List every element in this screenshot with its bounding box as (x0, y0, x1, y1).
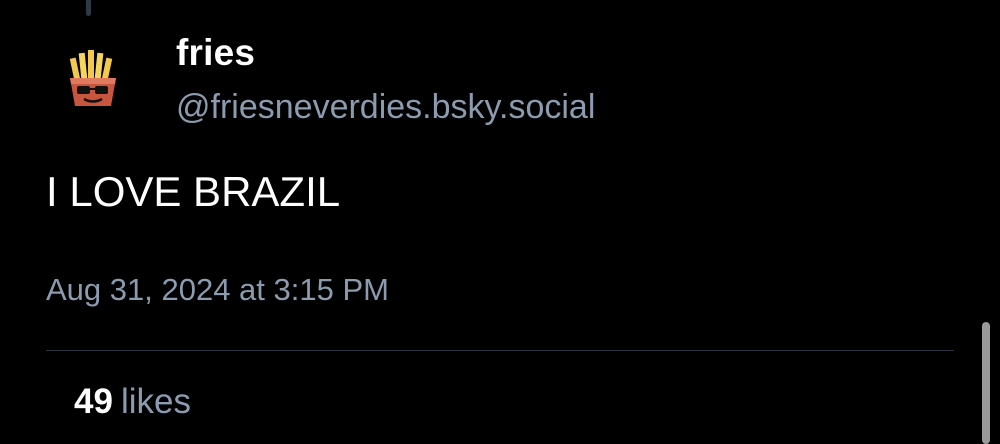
likes-link[interactable]: 49 likes (74, 382, 191, 422)
avatar[interactable] (58, 44, 128, 114)
author-handle[interactable]: @friesneverdies.bsky.social (176, 88, 595, 127)
likes-label: likes (120, 382, 191, 421)
post-timestamp: Aug 31, 2024 at 3:15 PM (46, 272, 389, 307)
post-text: I LOVE BRAZIL (46, 168, 341, 215)
author-display-name[interactable]: fries (176, 32, 255, 74)
scrollbar[interactable] (982, 322, 990, 444)
likes-count: 49 (74, 382, 113, 421)
fries-avatar-icon (58, 44, 128, 114)
divider (46, 350, 954, 351)
thread-connector-line (86, 0, 91, 16)
